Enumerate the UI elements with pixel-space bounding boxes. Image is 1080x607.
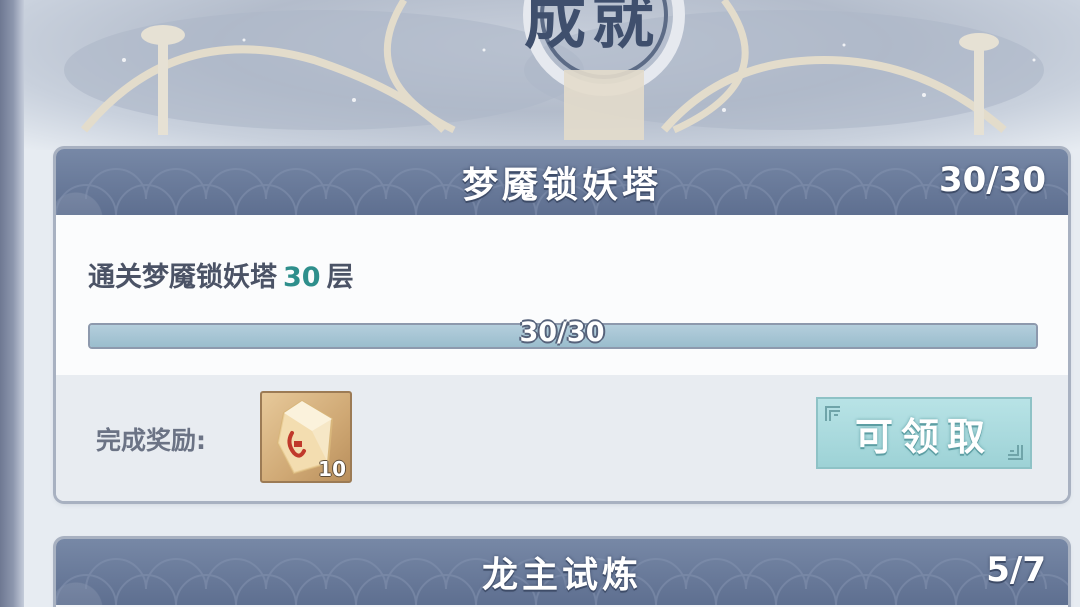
claim-button-label: 可领取 (854, 413, 993, 459)
corner-ornament-icon (825, 406, 840, 421)
page-title: 成就 (524, 0, 661, 57)
achievement-title: 梦魇锁妖塔 (461, 164, 662, 206)
reward-item-slot[interactable]: 10 (260, 391, 352, 483)
achievement-title: 龙主试炼 (481, 554, 642, 596)
reward-quantity: 10 (318, 457, 346, 481)
claim-reward-button[interactable]: 可领取 (816, 397, 1032, 469)
achievement-card-body: 通关梦魇锁妖塔 30 层 30/30 (56, 215, 1068, 375)
task-text-suffix: 层 (326, 262, 354, 293)
achievement-screen: 成就 梦魇锁妖塔 30/30 通关梦魇锁妖塔30层 30/30 完成奖励: (0, 0, 1080, 607)
achievement-card-header: 龙主试炼 5/7 (56, 539, 1068, 605)
achievement-card-header: 梦魇锁妖塔 30/30 (56, 149, 1068, 215)
achievement-card: 梦魇锁妖塔 30/30 通关梦魇锁妖塔 30 层 30/30 完成奖励: 10 … (56, 149, 1068, 501)
achievement-card: 龙主试炼 5/7 (56, 539, 1068, 607)
window-frame-edge (0, 0, 24, 607)
task-number: 30 (283, 262, 321, 293)
task-description: 通关梦魇锁妖塔 30 层 (88, 255, 354, 294)
task-text-prefix: 通关梦魇锁妖塔 (88, 262, 277, 293)
achievement-card-footer: 完成奖励: 10 可领取 (56, 375, 1068, 501)
progress-text: 30/30 (519, 317, 605, 348)
corner-ornament-icon (1008, 445, 1023, 460)
achievement-count: 30/30 (938, 160, 1046, 200)
reward-label: 完成奖励: (96, 426, 206, 455)
achievement-count: 5/7 (986, 550, 1046, 590)
header-banner: 成就 (24, 0, 1080, 150)
